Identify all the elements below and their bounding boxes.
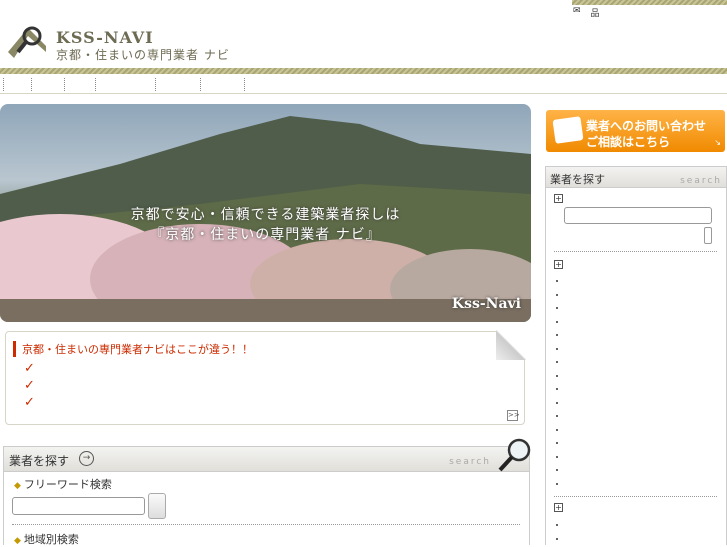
contact-line2: ご相談はこちら (586, 135, 671, 149)
list-bullet (556, 293, 558, 296)
list-bullet (556, 320, 558, 323)
brand-tagline: 京都・住まいの専門業者 ナビ (56, 48, 230, 62)
hero-banner: 京都で安心・信頼できる建築業者探しは 『京都・住まいの専門業者 ナビ』 Kss-… (0, 104, 531, 322)
search-heading: 業者を探す (9, 454, 70, 468)
list-bullet (556, 401, 558, 404)
sidebar-header: 業者を探す search (546, 167, 726, 188)
global-nav (0, 74, 727, 94)
search-panel: 業者を探す → search (3, 446, 530, 545)
magnifier-icon (498, 438, 531, 472)
mail-icon[interactable]: ✉ (573, 6, 581, 19)
list-bullet (556, 442, 558, 444)
list-bullet (556, 455, 558, 458)
feature-title: 京都・住まいの専門業者ナビはここが違う！！ (13, 341, 253, 357)
nav-divider (3, 78, 4, 91)
arrow-right-icon: → (79, 451, 94, 466)
list-bullet (556, 334, 558, 336)
check-icon: ✓ (24, 361, 35, 376)
free-word-search-button[interactable] (148, 493, 166, 519)
envelope-icon (552, 116, 584, 144)
sidebar-search-input[interactable] (564, 207, 712, 224)
list-bullet (556, 361, 558, 363)
list-bullet (556, 374, 558, 377)
more-button[interactable]: >> (507, 410, 520, 421)
list-bullet (556, 482, 558, 485)
divider (554, 496, 717, 497)
expand-icon[interactable]: + (554, 194, 563, 203)
nav-divider (200, 78, 201, 91)
list-bullet (556, 469, 558, 471)
free-word-text: フリーワード検索 (23, 478, 112, 491)
contact-line1: 業者へのお問い合わせ (586, 119, 707, 133)
feature-box: 京都・住まいの専門業者ナビはここが違う！！ ✓ ✓ ✓ >> (5, 330, 526, 425)
arrow-icon: ↘ (714, 138, 721, 147)
list-bullet (556, 280, 558, 282)
nav-divider (155, 78, 156, 91)
list-bullet (556, 388, 558, 390)
hero-subheadline: 『京都・住まいの専門業者 ナビ』 (150, 227, 381, 243)
list-bullet (556, 538, 558, 540)
search-word: search (449, 457, 491, 467)
free-word-label: ◆ フリーワード検索 (14, 476, 112, 492)
list-bullet (556, 524, 558, 526)
divider (12, 524, 520, 525)
nav-divider (244, 78, 245, 91)
list-bullet (556, 307, 558, 309)
nav-divider (95, 78, 96, 91)
expand-icon[interactable]: + (554, 503, 563, 512)
sidebar-search-word: search (680, 176, 722, 186)
check-icon: ✓ (24, 395, 35, 410)
top-stripe (572, 0, 727, 5)
nav-divider (64, 78, 65, 91)
brand-name[interactable]: KSS-NAVI (56, 28, 154, 47)
divider (554, 251, 717, 252)
hero-headline: 京都で安心・信頼できる建築業者探しは (130, 207, 401, 223)
page-curl (496, 330, 526, 360)
sidebar-search-button[interactable] (704, 227, 712, 244)
list-bullet (556, 347, 558, 350)
sitemap-icon[interactable]: 品 (591, 6, 600, 19)
area-search-text: 地域別検索 (23, 533, 79, 546)
free-word-input[interactable] (12, 497, 145, 515)
search-panel-header: 業者を探す → search (4, 447, 529, 472)
key-icon: ◆ (14, 481, 21, 491)
hero-watermark: Kss-Navi (451, 296, 521, 312)
list-bullet (556, 428, 558, 431)
list-bullet (556, 415, 558, 417)
expand-icon[interactable]: + (554, 260, 563, 269)
check-icon: ✓ (24, 378, 35, 393)
contact-banner[interactable]: 業者へのお問い合わせ ご相談はこちら ↘ (546, 110, 725, 152)
top-utility-links: ✉ 品 (573, 6, 600, 19)
logo-icon[interactable] (6, 22, 48, 66)
sidebar-heading: 業者を探す (550, 173, 605, 186)
nav-divider (31, 78, 32, 91)
